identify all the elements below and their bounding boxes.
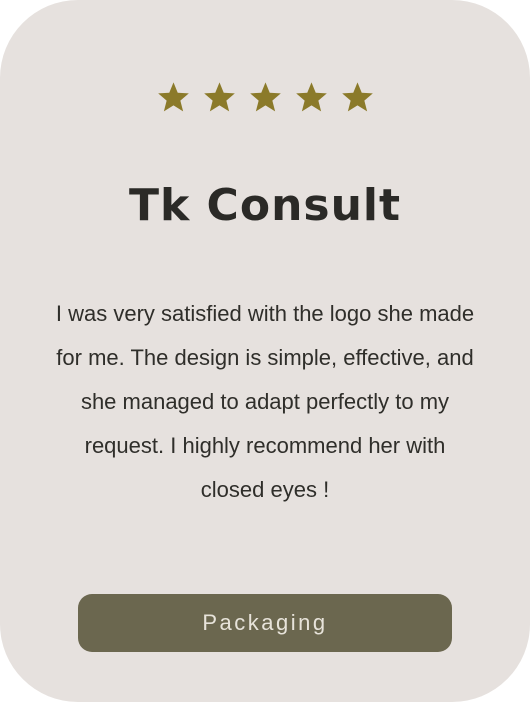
star-icon (157, 82, 189, 112)
review-text: I was very satisfied with the logo she m… (55, 301, 475, 502)
packaging-button[interactable]: Packaging (78, 594, 452, 652)
testimonial-card: Tk Consult I was very satisfied with the… (0, 0, 530, 702)
star-icon (249, 82, 281, 112)
star-icon (341, 82, 373, 112)
star-rating (0, 80, 530, 115)
client-name: Tk Consult (128, 180, 402, 231)
star-icon (203, 82, 235, 112)
star-icon (295, 82, 327, 112)
